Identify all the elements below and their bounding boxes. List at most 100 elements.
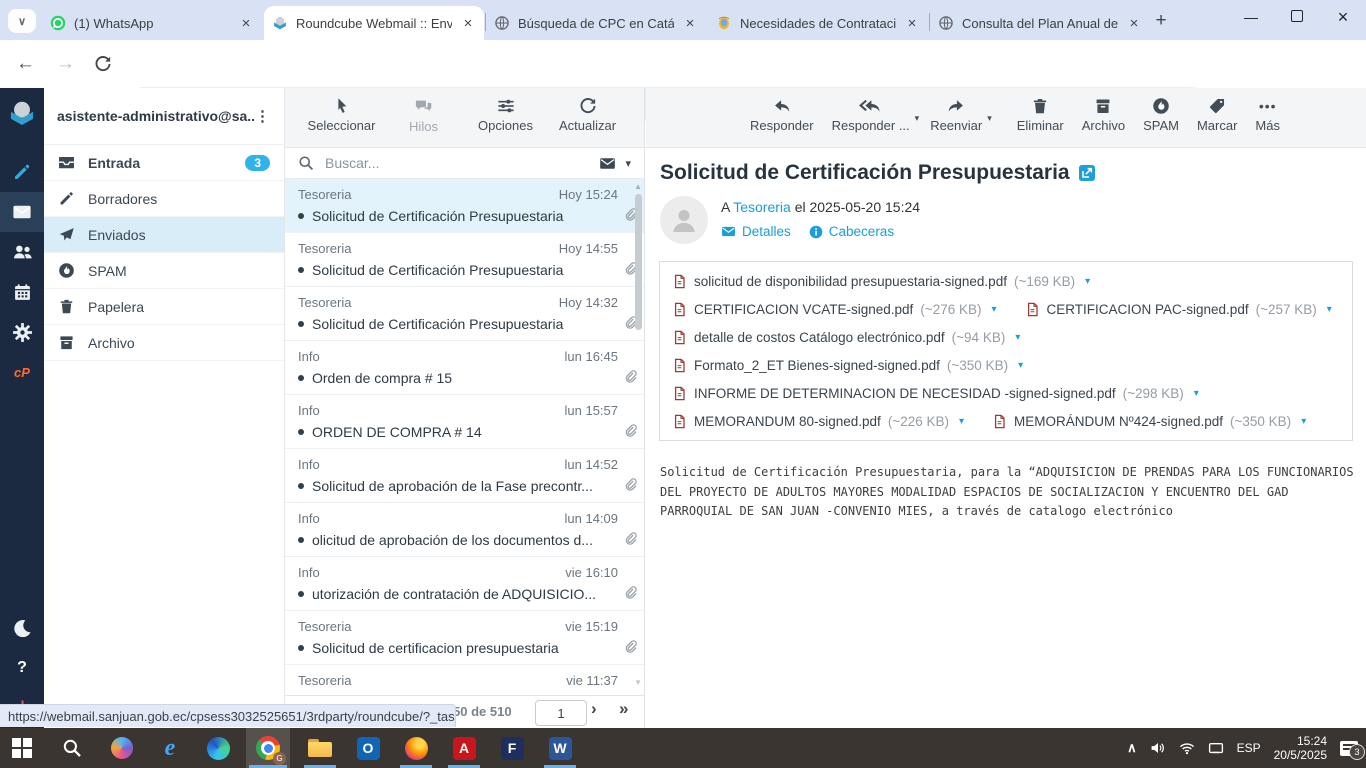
rail-darkmode-button[interactable] [0,608,44,648]
chevron-down-icon[interactable]: ▾ [625,157,631,170]
chevron-down-icon[interactable]: ▾ [915,113,920,147]
taskbar-word-button[interactable]: W [538,728,582,768]
forward-button[interactable]: Reenviar [921,97,991,147]
sidebar-item-papelera[interactable]: Papelera [44,289,284,325]
attachment-name[interactable]: MEMORANDUM 80-signed.pdf [694,414,881,429]
rail-help-button[interactable]: ? [0,648,44,688]
message-row[interactable]: Info lun 14:09 olicitud de aprobación de … [285,503,644,557]
sidebar-item-entrada[interactable]: Entrada 3 [44,145,284,181]
taskbar-firefox-button[interactable] [394,728,438,768]
attachment-name[interactable]: solicitud de disponibilidad presupuestar… [694,274,1007,289]
chevron-down-icon[interactable]: ▾ [959,416,964,427]
taskbar-acrobat-button[interactable]: A [442,728,486,768]
sidebar-item-borradores[interactable]: Borradores [44,181,284,217]
rail-cpanel-button[interactable]: cP [0,352,44,392]
taskbar-ie-button[interactable]: e [148,728,192,768]
refresh-button[interactable]: Actualizar [550,97,626,147]
message-row[interactable]: Info lun 16:45 Orden de compra # 15 [285,341,644,395]
threads-button[interactable]: Hilos [386,97,462,147]
reply-button[interactable]: Responder [741,97,823,147]
chevron-down-icon[interactable]: ▾ [1327,304,1332,315]
taskbar-outlook-button[interactable]: O [346,728,390,768]
close-icon[interactable]: × [682,16,698,31]
chevron-down-icon[interactable]: ▾ [1301,416,1306,427]
message-row[interactable]: Tesoreria vie 15:19 Solicitud de certific… [285,611,644,665]
last-page-icon[interactable]: » [619,699,629,719]
archive-button[interactable]: Archivo [1073,97,1134,147]
forward-button[interactable]: → [56,51,75,77]
message-row[interactable]: Tesoreria Hoy 14:55 Solicitud de Certific… [285,233,644,287]
taskbar-edge-button[interactable] [196,728,240,768]
next-page-icon[interactable]: › [591,699,597,719]
chevron-down-icon[interactable]: ▾ [1085,276,1090,287]
taskbar-fes-button[interactable]: F [490,728,534,768]
chevron-down-icon[interactable]: ▾ [1015,332,1020,343]
rail-compose-button[interactable] [0,152,44,192]
chevron-down-icon[interactable]: ▾ [1018,360,1023,371]
close-icon[interactable]: × [904,16,920,31]
scrollbar-up-icon[interactable]: ▲ [634,182,642,191]
search-input[interactable] [323,154,591,172]
attachment-name[interactable]: CERTIFICACION VCATE-signed.pdf [694,302,913,317]
taskbar-search-button[interactable] [50,728,94,768]
sidebar-item-enviados[interactable]: Enviados [44,217,284,253]
attachment-item[interactable]: MEMORANDUM 80-signed.pdf (~226 KB) ▾ [672,413,964,430]
language-indicator[interactable]: ESP [1237,741,1261,755]
attachment-item[interactable]: detalle de costos Catálogo electrónico.p… [672,329,1020,346]
search-scope-mail-icon[interactable] [599,155,616,172]
close-window-button[interactable]: × [1320,7,1366,28]
attachment-name[interactable]: MEMORÁNDUM Nº424-signed.pdf [1014,414,1223,429]
attachment-item[interactable]: CERTIFICACION PAC-signed.pdf (~257 KB) ▾ [1025,301,1332,318]
taskbar-explorer-button[interactable] [298,728,342,768]
rail-contacts-button[interactable] [0,232,44,272]
message-row[interactable]: Tesoreria Hoy 14:32 Solicitud de Certific… [285,287,644,341]
close-icon[interactable]: × [238,16,254,31]
details-toggle[interactable]: Detalles [721,224,791,239]
open-in-new-window-icon[interactable] [1079,165,1095,181]
scrollbar-thumb[interactable] [635,194,642,330]
scrollbar-down-icon[interactable]: ▼ [634,678,642,687]
spam-button[interactable]: SPAM [1134,97,1188,147]
browser-tab-roundcube[interactable]: Roundcube Webmail :: Envia × [264,6,484,40]
page-input[interactable] [535,700,587,726]
recipient-link[interactable]: Tesoreria [733,199,791,215]
browser-tab-necesidades[interactable]: Necesidades de Contratació × [708,6,928,40]
select-button[interactable]: Seleccionar [304,97,380,147]
minimize-button[interactable]: — [1228,9,1274,25]
tray-expand-icon[interactable]: ∧ [1127,740,1137,756]
headers-toggle[interactable]: Cabeceras [809,224,894,239]
chevron-down-icon[interactable]: ▾ [987,113,992,147]
back-button[interactable]: ← [16,51,35,77]
account-menu-icon[interactable]: ⋮ [255,107,271,125]
start-button[interactable] [0,728,44,768]
wifi-icon[interactable] [1179,740,1195,756]
attachment-name[interactable]: Formato_2_ET Bienes-signed-signed.pdf [694,358,940,373]
mark-button[interactable]: Marcar [1188,97,1246,147]
attachment-item[interactable]: INFORME DE DETERMINACION DE NECESIDAD -s… [672,385,1199,402]
rail-settings-button[interactable] [0,312,44,352]
volume-icon[interactable] [1150,740,1166,756]
message-row[interactable]: Info lun 15:57 ORDEN DE COMPRA # 14 [285,395,644,449]
browser-tab-plan-anual[interactable]: Consulta del Plan Anual de C × [930,6,1150,40]
attachment-item[interactable]: CERTIFICACION VCATE-signed.pdf (~276 KB)… [672,301,997,318]
more-button[interactable]: ••• Más [1246,97,1289,147]
taskbar-chrome-button[interactable]: G [246,728,290,768]
close-icon[interactable]: × [460,16,476,31]
options-button[interactable]: Opciones [468,97,544,147]
message-row[interactable]: Tesoreria Hoy 15:24 Solicitud de Certific… [285,179,644,233]
message-row[interactable]: Info vie 16:10 utorización de contratació… [285,557,644,611]
browser-tab-whatsapp[interactable]: (1) WhatsApp × [42,6,262,40]
taskbar-clock[interactable]: 15:24 20/5/2025 [1274,734,1327,762]
tab-search-button[interactable]: ∨ [8,9,36,33]
rail-calendar-button[interactable] [0,272,44,312]
notification-center-icon[interactable]: 3 [1340,740,1365,760]
attachment-name[interactable]: detalle de costos Catálogo electrónico.p… [694,330,945,345]
chevron-down-icon[interactable]: ▾ [991,304,996,315]
attachment-item[interactable]: Formato_2_ET Bienes-signed-signed.pdf (~… [672,357,1023,374]
close-icon[interactable]: × [1126,16,1142,31]
chevron-down-icon[interactable]: ▾ [1194,388,1199,399]
attachment-item[interactable]: MEMORÁNDUM Nº424-signed.pdf (~350 KB) ▾ [992,413,1306,430]
cast-icon[interactable] [1208,740,1224,756]
attachment-name[interactable]: INFORME DE DETERMINACION DE NECESIDAD -s… [694,386,1116,401]
taskbar-cortana-button[interactable] [100,728,144,768]
